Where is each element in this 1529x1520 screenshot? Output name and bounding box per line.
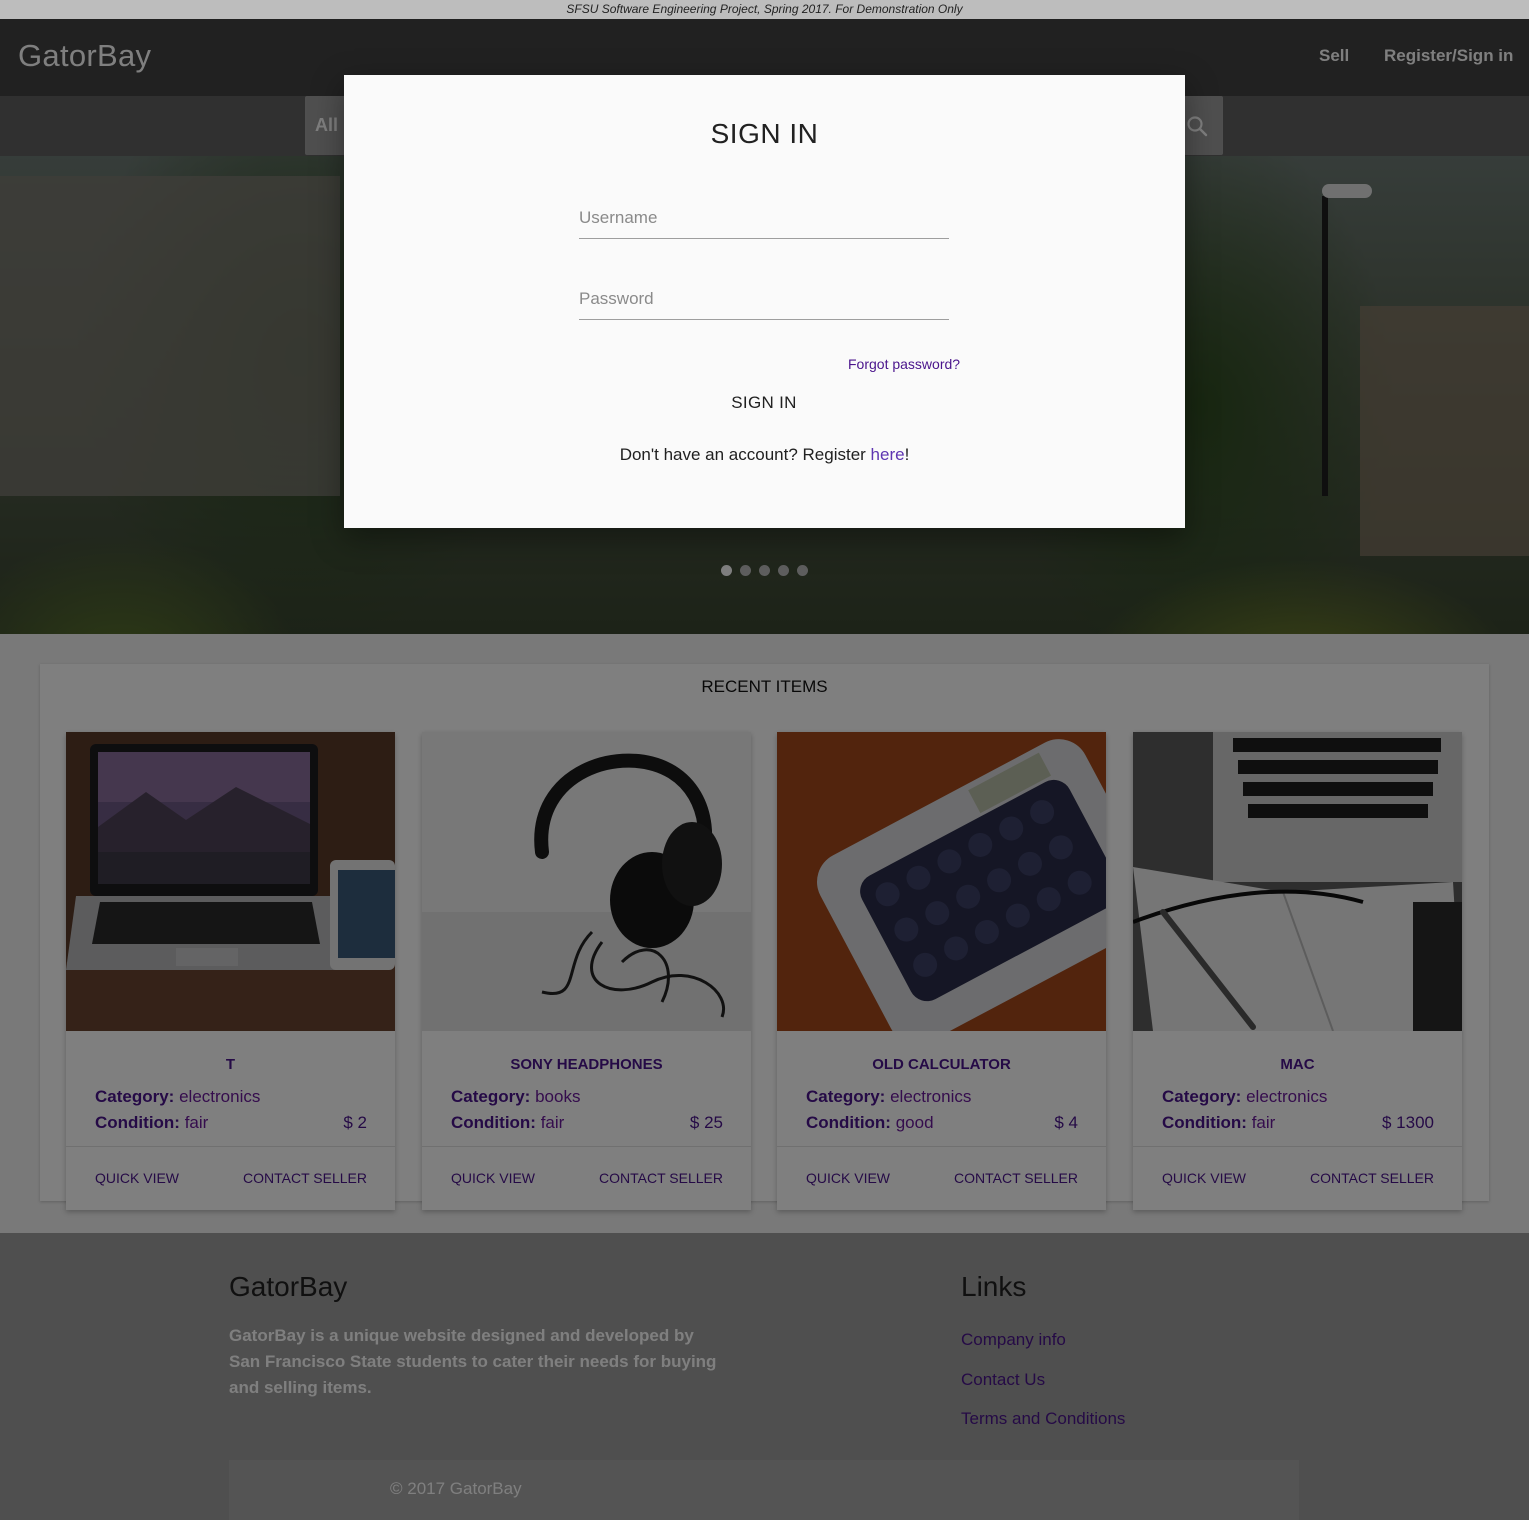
password-field[interactable] bbox=[579, 278, 949, 320]
demo-banner: SFSU Software Engineering Project, Sprin… bbox=[0, 0, 1529, 19]
signin-modal: SIGN IN Forgot password? SIGN IN Don't h… bbox=[344, 75, 1185, 528]
register-here-link[interactable]: here bbox=[871, 445, 905, 464]
forgot-password-link[interactable]: Forgot password? bbox=[848, 356, 960, 372]
modal-title: SIGN IN bbox=[710, 118, 819, 149]
register-prompt: Don't have an account? Register here! bbox=[619, 445, 910, 464]
username-field[interactable] bbox=[579, 197, 949, 239]
signin-button[interactable]: SIGN IN bbox=[714, 388, 814, 418]
